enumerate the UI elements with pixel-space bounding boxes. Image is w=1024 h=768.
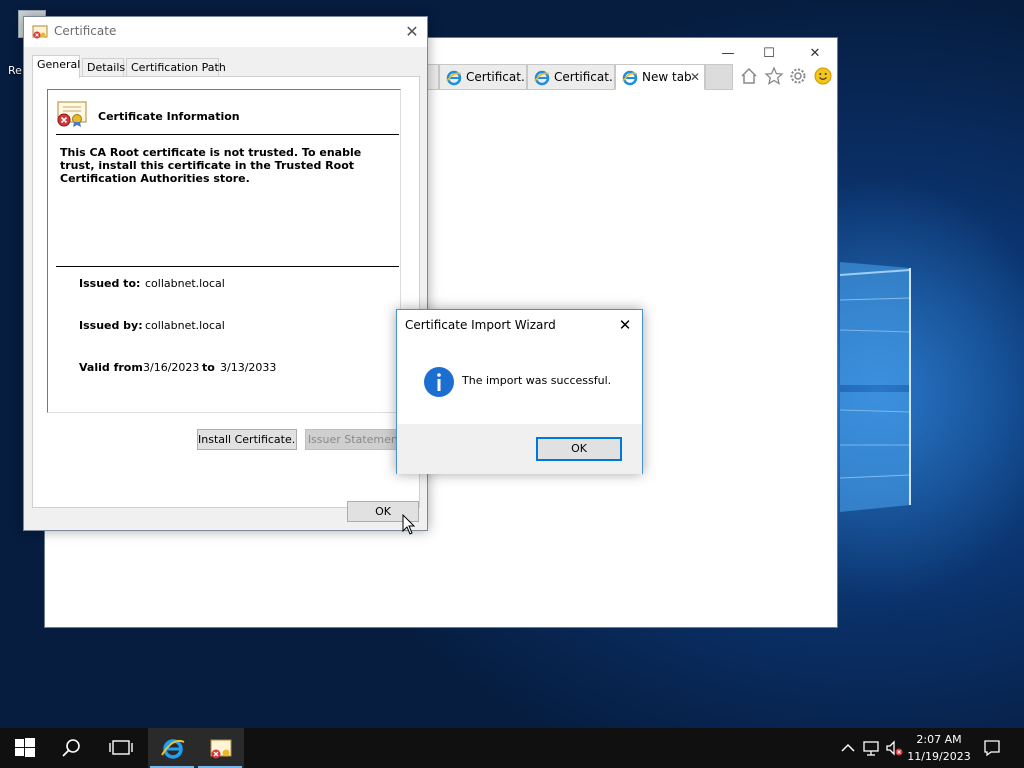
gear-icon[interactable]: [788, 66, 808, 86]
valid-from-label: Valid from: [79, 361, 143, 374]
search-button[interactable]: [48, 728, 96, 768]
start-button[interactable]: [0, 728, 48, 768]
close-icon[interactable]: ✕: [397, 17, 427, 47]
taskbar-internet-explorer[interactable]: [148, 728, 196, 768]
wizard-title: Certificate Import Wizard: [405, 318, 556, 332]
desktop-icon-label: Re: [8, 64, 22, 77]
issued-to-label: Issued to:: [79, 277, 141, 290]
issuer-statement-button[interactable]: Issuer Statement: [305, 429, 405, 450]
import-wizard-dialog[interactable]: Certificate Import Wizard ✕ The import w…: [396, 309, 643, 474]
tab-label: Certificat...: [466, 70, 527, 84]
valid-to-label: to: [202, 361, 215, 374]
network-icon[interactable]: [861, 738, 881, 758]
certificate-titlebar: Certificate ✕: [24, 17, 427, 47]
tab-details[interactable]: Details: [82, 58, 125, 78]
issued-to-value: collabnet.local: [145, 277, 225, 290]
task-view-icon: [109, 740, 133, 755]
search-icon: [62, 739, 80, 757]
new-tab-button[interactable]: [705, 64, 733, 90]
install-certificate-button[interactable]: Install Certificate...: [197, 429, 297, 450]
certificate-icon: [32, 25, 48, 39]
mouse-cursor-icon: [402, 514, 416, 535]
ie-icon: [622, 70, 638, 86]
ie-icon: [534, 70, 550, 86]
valid-to-value: 3/13/2033: [220, 361, 277, 374]
tab-certification-path[interactable]: Certification Path: [126, 58, 226, 78]
task-view-button[interactable]: [96, 728, 144, 768]
trust-warning-text: This CA Root certificate is not trusted.…: [60, 146, 362, 185]
notification-icon[interactable]: [982, 738, 1002, 758]
favorites-star-icon[interactable]: [764, 66, 784, 86]
certificate-icon: [210, 739, 232, 759]
untrusted-certificate-icon: [57, 101, 87, 127]
chevron-up-icon[interactable]: [838, 738, 858, 758]
wizard-ok-button[interactable]: OK: [536, 437, 622, 461]
home-icon[interactable]: [739, 66, 759, 86]
certificate-dialog[interactable]: Certificate ✕ General Details Certificat…: [23, 16, 428, 531]
minimize-button[interactable]: —: [705, 42, 751, 66]
ie-icon: [161, 739, 185, 759]
divider: [56, 266, 399, 267]
clock-time: 2:07 AM: [916, 733, 962, 746]
close-icon[interactable]: ✕: [612, 312, 638, 338]
divider: [56, 134, 399, 135]
close-button[interactable]: ✕: [792, 42, 838, 66]
valid-from-value: 3/16/2023: [143, 361, 200, 374]
ie-icon: [446, 70, 462, 86]
smiley-feedback-icon[interactable]: [813, 66, 833, 86]
certificate-info-title: Certificate Information: [98, 110, 240, 123]
windows-start-icon: [15, 738, 35, 757]
issued-by-label: Issued by:: [79, 319, 143, 332]
certificate-title: Certificate: [54, 24, 117, 38]
tab-label: Certificat...: [554, 70, 615, 84]
wizard-footer: OK: [397, 424, 642, 474]
wizard-message: The import was successful.: [462, 374, 612, 387]
tab-close-icon[interactable]: ✕: [690, 65, 700, 89]
tab-certificate-2[interactable]: Certificat...: [527, 64, 615, 90]
issued-by-value: collabnet.local: [145, 319, 225, 332]
info-icon: [424, 367, 454, 397]
taskbar: 2:07 AM 11/19/2023: [0, 728, 1024, 768]
general-tab-panel: Certificate Information This CA Root cer…: [32, 76, 420, 508]
tab-label: New tab: [642, 70, 692, 84]
maximize-button[interactable]: ☐: [746, 42, 792, 66]
tab-certificate-1[interactable]: Certificat...: [439, 64, 527, 90]
certificate-info-box: Certificate Information This CA Root cer…: [47, 89, 401, 413]
volume-muted-icon[interactable]: [884, 738, 904, 758]
tab-new-tab[interactable]: New tab ✕: [615, 64, 705, 90]
clock-date: 11/19/2023: [907, 750, 971, 763]
taskbar-certificate[interactable]: [196, 728, 244, 768]
tab-general[interactable]: General: [32, 55, 80, 78]
clock[interactable]: 2:07 AM 11/19/2023: [902, 731, 976, 765]
